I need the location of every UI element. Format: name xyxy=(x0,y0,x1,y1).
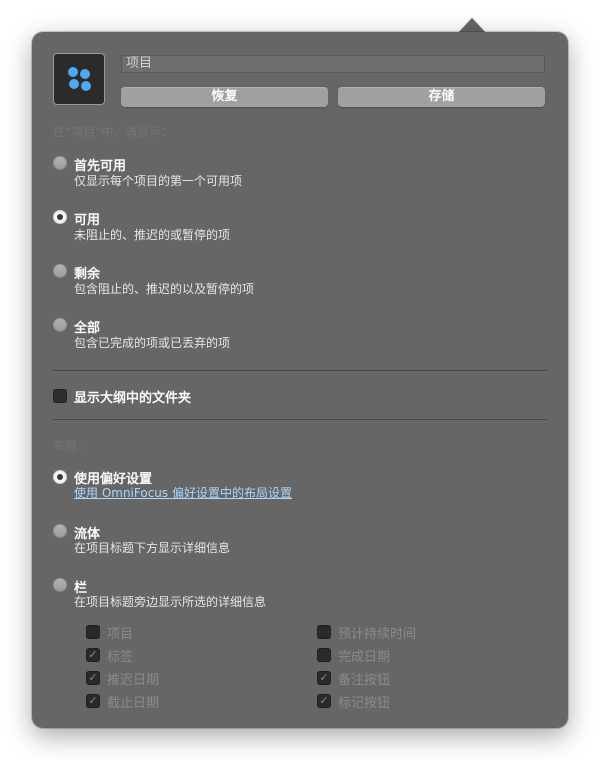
divider xyxy=(53,419,547,420)
column-checkbox-flag-button[interactable]: ✓ xyxy=(317,694,331,708)
column-label: 备注按钮 xyxy=(338,673,391,688)
icon-dot xyxy=(80,69,90,79)
column-label: 推迟日期 xyxy=(107,673,160,688)
show-folders-checkbox[interactable] xyxy=(53,389,67,403)
column-checkbox-defer-date[interactable]: ✓ xyxy=(86,671,100,685)
column-label: 标记按钮 xyxy=(338,696,391,711)
checkmark-icon: ✓ xyxy=(319,671,329,684)
column-label: 完成日期 xyxy=(338,650,391,665)
radio-columns[interactable] xyxy=(53,578,67,592)
column-checkbox-tags[interactable]: ✓ xyxy=(86,648,100,662)
divider xyxy=(53,370,547,371)
column-label: 预计持续时间 xyxy=(338,627,417,642)
perspective-name-field[interactable]: 项目 xyxy=(121,55,545,73)
option-description: 在项目标题旁边显示所选的详细信息 xyxy=(74,595,267,609)
option-description: 包含已完成的项或已丢弃的项 xyxy=(74,336,231,350)
show-section-heading: 在“项目”中，请显示： xyxy=(53,125,174,139)
column-label: 标签 xyxy=(107,650,134,665)
checkmark-icon: ✓ xyxy=(88,648,98,661)
radio-use-preferences[interactable] xyxy=(53,470,67,484)
column-label: 项目 xyxy=(107,627,134,642)
column-label: 截止日期 xyxy=(107,696,160,711)
layout-section-heading: 布局： xyxy=(53,439,90,453)
icon-dot xyxy=(68,67,78,77)
column-checkbox-estimated-duration[interactable] xyxy=(317,625,331,639)
column-checkbox-due-date[interactable]: ✓ xyxy=(86,694,100,708)
option-description: 仅显示每个项目的第一个可用项 xyxy=(74,174,243,188)
option-description: 未阻止的、推迟的或暂停的项 xyxy=(74,228,231,242)
icon-dot xyxy=(69,79,79,89)
preferences-link[interactable]: 使用 OmniFocus 偏好设置中的布局设置 xyxy=(74,484,292,501)
radio-fluid[interactable] xyxy=(53,524,67,538)
column-checkbox-note-button[interactable]: ✓ xyxy=(317,671,331,685)
column-checkbox-project[interactable] xyxy=(86,625,100,639)
save-button[interactable]: 存储 xyxy=(338,87,545,107)
option-description: 包含阻止的、推迟的以及暂停的项 xyxy=(74,282,255,296)
perspective-icon[interactable] xyxy=(53,53,105,105)
radio-available[interactable] xyxy=(53,210,67,224)
radio-all[interactable] xyxy=(53,318,67,332)
option-description: 在项目标题下方显示详细信息 xyxy=(74,541,231,555)
radio-first-available[interactable] xyxy=(53,156,67,170)
perspective-popover: 项目 恢复 存储 在“项目”中，请显示： 首先可用 仅显示每个项目的第一个可用项… xyxy=(32,32,568,728)
radio-remaining[interactable] xyxy=(53,264,67,278)
show-folders-label: 显示大纲中的文件夹 xyxy=(74,391,192,406)
column-checkbox-completion-date[interactable] xyxy=(317,648,331,662)
restore-button[interactable]: 恢复 xyxy=(121,87,328,107)
icon-dot xyxy=(81,81,91,91)
popover-arrow xyxy=(458,18,486,33)
checkmark-icon: ✓ xyxy=(88,694,98,707)
checkmark-icon: ✓ xyxy=(319,694,329,707)
checkmark-icon: ✓ xyxy=(88,671,98,684)
